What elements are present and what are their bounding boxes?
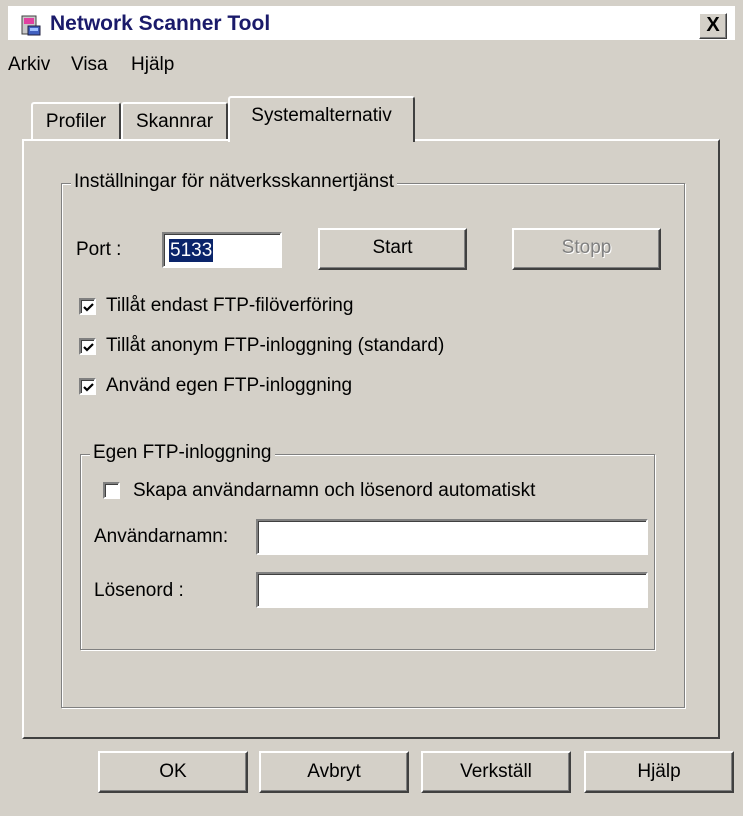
apply-button[interactable]: Verkställ bbox=[421, 751, 571, 793]
tab-skannrar[interactable]: Skannrar bbox=[121, 102, 228, 140]
dialog-window: Network Scanner Tool X Arkiv Visa Hjälp … bbox=[0, 0, 743, 816]
tab-systemalternativ-label: Systemalternativ bbox=[251, 105, 392, 126]
ok-button-label: OK bbox=[159, 761, 187, 782]
scanner-app-icon bbox=[19, 14, 43, 38]
checkmark-icon bbox=[83, 383, 94, 392]
tab-skannrar-label: Skannrar bbox=[135, 111, 214, 132]
tab-profiler-label: Profiler bbox=[45, 111, 107, 132]
tab-systemalternativ[interactable]: Systemalternativ bbox=[228, 96, 415, 142]
custom-ftp-title: Egen FTP-inloggning bbox=[90, 442, 275, 464]
password-label: Lösenord : bbox=[94, 580, 184, 601]
anonymous-ftp-label[interactable]: Tillåt anonym FTP-inloggning (standard) bbox=[106, 335, 444, 357]
port-input[interactable]: 5133 bbox=[162, 232, 282, 268]
apply-button-label: Verkställ bbox=[460, 761, 532, 782]
menu-hjalp[interactable]: Hjälp bbox=[131, 54, 174, 76]
help-button[interactable]: Hjälp bbox=[584, 751, 734, 793]
username-input[interactable] bbox=[256, 519, 648, 555]
password-input[interactable] bbox=[256, 572, 648, 608]
custom-ftp-group: Egen FTP-inloggning Skapa användarnamn o… bbox=[80, 442, 655, 650]
port-value: 5133 bbox=[169, 239, 214, 262]
cancel-button-label: Avbryt bbox=[307, 761, 361, 782]
ftp-only-checkbox[interactable] bbox=[79, 298, 96, 315]
stop-button-label: Stopp bbox=[561, 237, 612, 258]
cancel-button[interactable]: Avbryt bbox=[259, 751, 409, 793]
close-button[interactable]: X bbox=[699, 13, 727, 39]
window-title: Network Scanner Tool bbox=[50, 12, 271, 35]
start-button[interactable]: Start bbox=[318, 228, 467, 270]
menu-arkiv[interactable]: Arkiv bbox=[8, 54, 50, 76]
service-settings-title: Inställningar för nätverksskannertjänst bbox=[71, 171, 397, 193]
service-settings-group: Inställningar för nätverksskannertjänst … bbox=[61, 171, 685, 708]
checkmark-icon bbox=[83, 303, 94, 312]
ftp-only-label[interactable]: Tillåt endast FTP-filöverföring bbox=[106, 295, 353, 317]
port-label: Port : bbox=[76, 239, 122, 260]
start-button-label: Start bbox=[372, 237, 413, 258]
menu-visa[interactable]: Visa bbox=[71, 54, 108, 76]
tab-panel-systemalternativ: Inställningar för nätverksskannertjänst … bbox=[22, 139, 720, 739]
custom-ftp-checkbox[interactable] bbox=[79, 378, 96, 395]
username-label: Användarnamn: bbox=[94, 526, 229, 547]
help-button-label: Hjälp bbox=[637, 761, 681, 782]
stop-button[interactable]: Stopp bbox=[512, 228, 661, 270]
auto-credentials-checkbox[interactable] bbox=[103, 482, 120, 499]
anonymous-ftp-checkbox[interactable] bbox=[79, 338, 96, 355]
title-bar: Network Scanner Tool X bbox=[8, 6, 735, 40]
close-icon: X bbox=[706, 14, 720, 36]
custom-ftp-label[interactable]: Använd egen FTP-inloggning bbox=[106, 375, 352, 397]
ok-button[interactable]: OK bbox=[98, 751, 248, 793]
auto-credentials-label[interactable]: Skapa användarnamn och lösenord automati… bbox=[133, 480, 535, 502]
checkmark-icon bbox=[83, 343, 94, 352]
tab-profiler[interactable]: Profiler bbox=[31, 102, 121, 140]
